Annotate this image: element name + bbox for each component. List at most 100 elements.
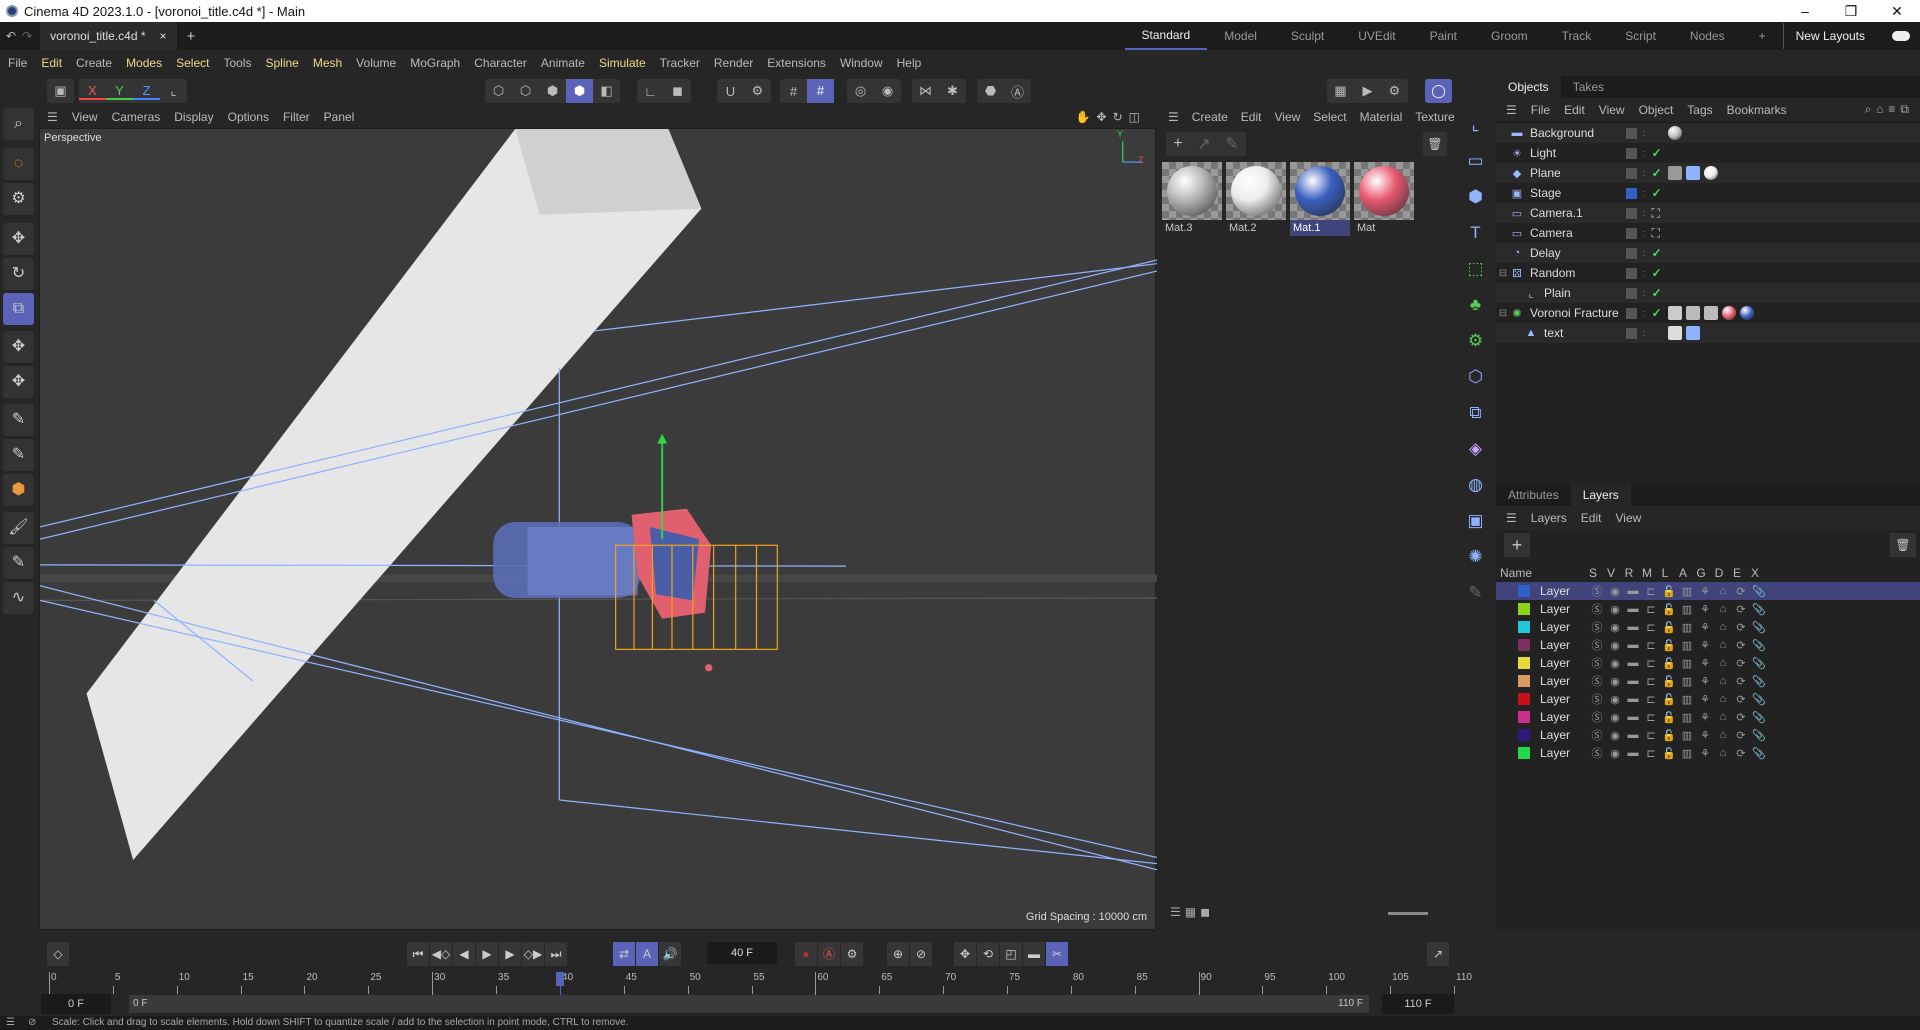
key-settings-button[interactable]: ⚙ <box>841 942 863 966</box>
visible-icon[interactable]: ◉ <box>1606 693 1624 706</box>
y-axis-toggle[interactable]: Y <box>106 83 133 100</box>
expression-icon[interactable]: ⟳ <box>1732 729 1750 742</box>
null-object-icon[interactable]: ⌞ <box>1460 109 1491 141</box>
layer-hamburger-icon[interactable]: ☰ <box>1506 511 1517 525</box>
enabled-check-icon[interactable]: ✓ <box>1652 166 1662 180</box>
layout-tab-sculpt[interactable]: Sculpt <box>1274 23 1341 49</box>
spline-pen-icon[interactable]: ✎ <box>3 404 34 436</box>
render-icon[interactable]: ▬ <box>1624 711 1642 723</box>
visibility-dots-icon[interactable]: : <box>1643 188 1646 198</box>
animation-icon[interactable]: ▥ <box>1678 747 1696 760</box>
visibility-dots-icon[interactable]: : <box>1643 208 1646 218</box>
key-param-icon[interactable]: ◰ <box>1000 942 1022 966</box>
menu-help[interactable]: Help <box>897 56 922 70</box>
object-row-voronoi-fracture[interactable]: ⊟ ✺ Voronoi Fracture: ✓ <box>1496 303 1920 323</box>
layer-row[interactable]: Layer Ⓢ ◉ ▬ ⊏ 🔓 ▥ ⚘ ⌂ ⟳ 📎 <box>1496 636 1920 654</box>
current-frame-field[interactable]: 40 F <box>707 942 777 964</box>
collapse-icon[interactable]: ⊟ <box>1496 308 1510 319</box>
lock-icon[interactable]: 🔓 <box>1660 657 1678 670</box>
menu-mesh[interactable]: Mesh <box>313 56 342 70</box>
visibility-dots-icon[interactable]: : <box>1643 128 1646 138</box>
menu-mograph[interactable]: MoGraph <box>410 56 460 70</box>
generator-icon[interactable]: ⚘ <box>1696 657 1714 670</box>
generator-icon[interactable]: ⚘ <box>1696 711 1714 724</box>
visible-icon[interactable]: ◉ <box>1606 747 1624 760</box>
render-icon[interactable]: ▬ <box>1624 639 1642 651</box>
generator-icon[interactable]: ⚘ <box>1696 621 1714 634</box>
layer-row[interactable]: Layer Ⓢ ◉ ▬ ⊏ 🔓 ▥ ⚘ ⌂ ⟳ 📎 <box>1496 708 1920 726</box>
spline-smooth-icon[interactable]: ∿ <box>3 582 34 614</box>
add-layer-icon[interactable]: + <box>1504 533 1530 557</box>
object-row-delay[interactable]: ◔ Delay: ✓ <box>1496 243 1920 263</box>
mograph-icon[interactable]: ♣ <box>1460 289 1491 321</box>
layout-tab-model[interactable]: Model <box>1207 23 1274 49</box>
symmetry-icon[interactable]: ⋈ <box>912 83 939 99</box>
generator-icon[interactable]: ⚘ <box>1696 675 1714 688</box>
material-hamburger-icon[interactable]: ☰ <box>1168 110 1179 124</box>
placement-tool-icon[interactable]: ✥ <box>3 366 34 398</box>
layer-color-swatch[interactable] <box>1518 729 1530 741</box>
enabled-check-icon[interactable]: ✓ <box>1652 286 1662 300</box>
deformer-icon[interactable]: ⌂ <box>1714 729 1732 741</box>
menu-extensions[interactable]: Extensions <box>767 56 826 70</box>
layer-color-swatch[interactable] <box>1518 693 1530 705</box>
object-row-camera-1[interactable]: ▭ Camera.1: ⛶ <box>1496 203 1920 223</box>
render-icon[interactable]: ▬ <box>1624 585 1642 597</box>
layers-menu-layers[interactable]: Layers <box>1531 511 1567 525</box>
paint-brush-icon[interactable]: 🖌 <box>3 512 34 544</box>
enabled-check-icon[interactable]: ✓ <box>1652 186 1662 200</box>
visibility-dots-icon[interactable]: : <box>1643 288 1646 298</box>
menu-modes[interactable]: Modes <box>126 56 162 70</box>
menu-animate[interactable]: Animate <box>541 56 585 70</box>
column-header-r[interactable]: R <box>1620 566 1638 580</box>
edit-toggle-icon[interactable] <box>1626 207 1637 219</box>
edit-toggle-icon[interactable] <box>1626 147 1637 159</box>
timeline-editor-icon[interactable]: ↗ <box>1427 942 1449 966</box>
objects-menu-edit[interactable]: Edit <box>1564 103 1585 117</box>
edit-toggle-icon[interactable] <box>1626 307 1637 319</box>
manager-icon[interactable]: ⊏ <box>1642 657 1660 670</box>
expression-icon[interactable]: ⟳ <box>1732 711 1750 724</box>
material-tag-icon[interactable] <box>1668 126 1682 140</box>
visible-icon[interactable]: ◉ <box>1606 639 1624 652</box>
expression-icon[interactable]: ⟳ <box>1732 603 1750 616</box>
edit-toggle-icon[interactable] <box>1626 267 1637 279</box>
enabled-check-icon[interactable]: ✓ <box>1652 146 1662 160</box>
solo-icon[interactable]: Ⓢ <box>1588 727 1606 743</box>
layer-row[interactable]: Layer Ⓢ ◉ ▬ ⊏ 🔓 ▥ ⚘ ⌂ ⟳ 📎 <box>1496 726 1920 744</box>
animation-icon[interactable]: ▥ <box>1678 639 1696 652</box>
layout-tab-standard[interactable]: Standard <box>1124 22 1208 51</box>
column-header-x[interactable]: X <box>1746 566 1764 580</box>
add-material-icon[interactable]: + <box>1173 135 1182 153</box>
manager-icon[interactable]: ⊏ <box>1642 621 1660 634</box>
apply-material-icon[interactable]: ↗ <box>1197 134 1210 154</box>
lock-icon[interactable]: 🔓 <box>1660 729 1678 742</box>
range-slider[interactable]: 0 F 110 F <box>129 995 1369 1013</box>
animation-icon[interactable]: Ⓐ <box>1004 82 1031 101</box>
axis-mode-icon[interactable]: ∟ <box>637 84 664 99</box>
material-swatch[interactable]: Mat <box>1354 162 1414 238</box>
generator-icon[interactable]: ⚘ <box>1696 603 1714 616</box>
render-icon[interactable]: ▬ <box>1624 693 1642 705</box>
points-mode-icon[interactable]: ⬡ <box>485 83 512 99</box>
viewport-hamburger-icon[interactable]: ☰ <box>47 110 58 124</box>
menu-file[interactable]: File <box>8 56 27 70</box>
new-tab-button[interactable]: + <box>177 28 206 45</box>
object-row-camera[interactable]: ▭ Camera: ⛶ <box>1496 223 1920 243</box>
expression-icon[interactable]: ⟳ <box>1732 585 1750 598</box>
z-axis-toggle[interactable]: Z <box>133 83 160 100</box>
delete-layer-icon[interactable]: 🗑 <box>1890 533 1916 557</box>
object-row-stage[interactable]: ▣ Stage: ✓ <box>1496 183 1920 203</box>
layout-tab-script[interactable]: Script <box>1608 23 1673 49</box>
new-layouts-toggle[interactable] <box>1892 31 1910 41</box>
layer-color-swatch[interactable] <box>1518 603 1530 615</box>
start-frame-field[interactable]: 0 F <box>41 994 111 1014</box>
camera-target-icon[interactable]: ⛶ <box>1652 226 1660 241</box>
lock-icon[interactable]: 🔓 <box>1660 693 1678 706</box>
layer-row[interactable]: Layer Ⓢ ◉ ▬ ⊏ 🔓 ▥ ⚘ ⌂ ⟳ 📎 <box>1496 690 1920 708</box>
viewport-menu-cameras[interactable]: Cameras <box>112 110 161 124</box>
column-header-name[interactable]: Name <box>1500 566 1584 580</box>
expression-icon[interactable]: ⟳ <box>1732 621 1750 634</box>
expression-icon[interactable]: ⟳ <box>1732 657 1750 670</box>
undo-history-icon[interactable]: ▣ <box>47 83 74 99</box>
